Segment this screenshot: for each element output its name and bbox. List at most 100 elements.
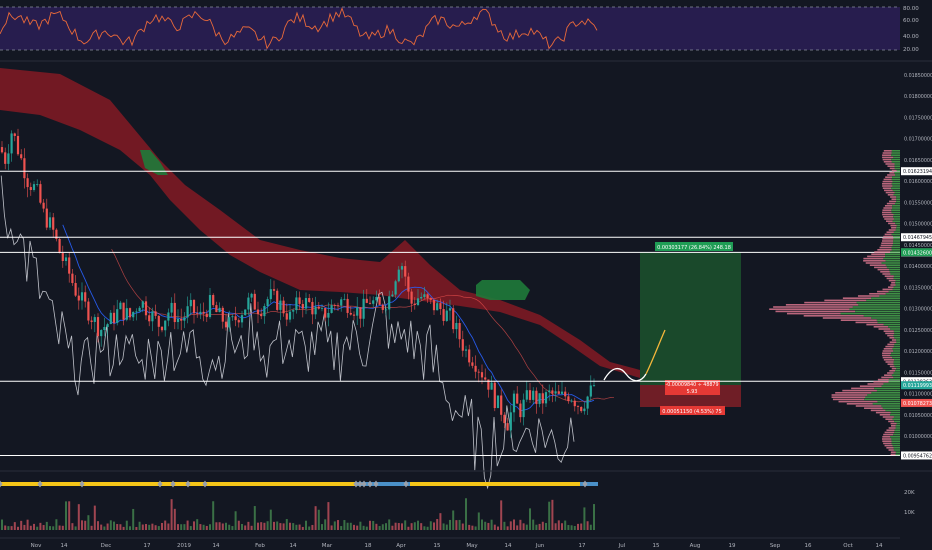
candle-body	[480, 372, 484, 378]
candle-body	[244, 309, 247, 316]
volume-bar	[545, 522, 547, 530]
profile-bar-up	[895, 370, 900, 372]
profile-bar-down	[885, 176, 893, 178]
profile-bar-down	[877, 290, 889, 293]
profile-bar-down	[891, 198, 897, 200]
candle-body	[218, 307, 221, 313]
profile-bar-up	[840, 312, 900, 315]
profile-bar-up	[881, 385, 900, 387]
profile-bar-up	[852, 306, 900, 308]
candle-body	[420, 296, 423, 299]
candle-body	[567, 396, 570, 402]
candle-body	[276, 290, 279, 310]
volume-bar	[455, 520, 458, 530]
volume-bar	[388, 519, 391, 530]
volume-bar	[436, 519, 439, 530]
candle-body	[240, 315, 244, 323]
profile-bar-down	[886, 277, 894, 280]
candle-body	[112, 312, 116, 323]
volume-bar	[375, 523, 378, 530]
profile-bar-up	[891, 178, 900, 181]
stop-label: 0.00051150 (4.53%) 75	[662, 409, 722, 415]
volume-bar	[301, 526, 304, 530]
profile-bar-up	[894, 359, 900, 361]
profile-bar-up	[893, 275, 900, 277]
volume-bar	[413, 522, 416, 530]
volume-bar	[577, 523, 579, 530]
candle-body	[589, 385, 592, 397]
profile-bar-down	[879, 414, 891, 416]
profile-bar-up	[893, 218, 900, 220]
volume-bar	[247, 521, 250, 530]
profile-bar-up	[893, 361, 900, 363]
profile-bar-down	[822, 317, 872, 319]
profile-bar-down	[887, 343, 895, 346]
candle-body	[548, 390, 551, 393]
volume-bar	[45, 521, 48, 530]
candle-body	[199, 311, 202, 314]
candle-body	[308, 298, 311, 302]
candle-body	[458, 322, 461, 340]
volume-bar	[359, 521, 362, 530]
volume-bar	[429, 521, 432, 530]
profile-bar-up	[893, 449, 900, 451]
candle-body	[36, 184, 39, 185]
volume-bar	[308, 526, 311, 530]
profile-bar-up	[893, 350, 900, 352]
profile-bar-down	[890, 224, 897, 227]
candle-body	[87, 301, 90, 321]
profile-bar-down	[883, 161, 892, 163]
time-tick-3: 17	[144, 543, 151, 549]
candle-body	[84, 292, 87, 302]
profile-bar-up	[892, 444, 900, 447]
profile-bar-up	[888, 378, 900, 381]
candle-body	[4, 152, 7, 164]
volume-bar	[23, 524, 26, 530]
candle-body	[324, 308, 327, 318]
price-tick-14: 0.01150000	[904, 370, 932, 376]
volume-bar	[7, 526, 10, 530]
candle-body	[90, 320, 93, 322]
volume-bar	[538, 523, 541, 530]
profile-bar-down	[877, 268, 889, 271]
time-tick-9: 18	[365, 543, 372, 549]
profile-bar-down	[890, 451, 896, 453]
candle-body	[0, 147, 4, 153]
profile-bar-up	[885, 260, 900, 262]
volume-bar	[378, 526, 381, 530]
volume-bar	[77, 504, 80, 530]
volume-bar	[186, 520, 189, 530]
candle-body	[176, 318, 180, 323]
price-tag-0: 0.01432600	[903, 250, 932, 256]
profile-bar-up	[896, 224, 900, 227]
profile-bar-up	[889, 271, 900, 273]
profile-bar-up	[888, 326, 900, 328]
profile-bar-up	[893, 334, 900, 337]
volume-bar	[177, 524, 179, 530]
profile-bar-down	[824, 299, 867, 302]
candle-body	[538, 393, 541, 404]
volume-bar	[570, 525, 573, 530]
time-tick-0: Nov	[31, 543, 42, 549]
volume-bar	[189, 526, 192, 530]
candle-body	[442, 309, 445, 321]
profile-bar-down	[769, 308, 850, 310]
time-tick-11: 15	[434, 543, 441, 549]
profile-bar-up	[891, 158, 900, 161]
time-tick-12: May	[466, 543, 478, 549]
volume-bar	[106, 523, 109, 530]
volume-bar	[356, 525, 359, 530]
volume-bar	[205, 525, 208, 530]
profile-bar-down	[874, 266, 887, 269]
time-tick-22: Oct	[843, 543, 853, 549]
time-tick-17: 15	[653, 543, 660, 549]
price-tick-2: 0.01750000	[904, 115, 932, 121]
candle-body	[464, 349, 468, 351]
volume-bar	[327, 502, 330, 530]
candle-body	[362, 298, 365, 319]
volume-bar	[343, 520, 346, 530]
candle-body	[301, 303, 304, 309]
volume-bar	[90, 525, 93, 530]
profile-bar-up	[876, 389, 900, 392]
volume-bar	[417, 520, 419, 530]
